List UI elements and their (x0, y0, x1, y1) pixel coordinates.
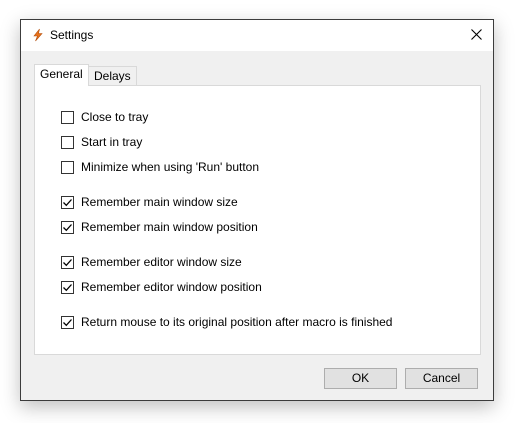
checkbox[interactable] (61, 315, 74, 329)
tab-delays-label: Delays (94, 69, 131, 83)
checkbox[interactable] (61, 255, 74, 269)
option-label: Remember editor window position (81, 280, 262, 294)
option-label: Start in tray (81, 135, 143, 149)
general-tab-panel: Close to tray Start in tray Minimize whe… (34, 85, 481, 355)
option-label: Close to tray (81, 110, 149, 124)
window-title: Settings (50, 28, 94, 42)
ok-button[interactable]: OK (324, 368, 397, 389)
cancel-button[interactable]: Cancel (405, 368, 478, 389)
option-label: Return mouse to its original position af… (81, 315, 393, 329)
tab-delays[interactable]: Delays (88, 66, 137, 86)
option-remember-editor-position[interactable]: Remember editor window position (61, 279, 262, 295)
option-remember-editor-size[interactable]: Remember editor window size (61, 254, 242, 270)
checkbox[interactable] (61, 195, 74, 209)
lightning-bolt-icon (31, 28, 45, 42)
checkbox[interactable] (61, 110, 74, 124)
title-bar[interactable]: Settings (21, 20, 493, 51)
option-remember-main-size[interactable]: Remember main window size (61, 194, 238, 210)
option-label: Minimize when using 'Run' button (81, 160, 260, 174)
option-start-in-tray[interactable]: Start in tray (61, 134, 142, 150)
checkbox[interactable] (61, 220, 74, 234)
tab-general-label: General (40, 67, 83, 81)
option-return-mouse[interactable]: Return mouse to its original position af… (61, 314, 392, 330)
close-button[interactable] (459, 20, 493, 51)
close-icon (470, 28, 482, 43)
option-close-to-tray[interactable]: Close to tray (61, 109, 148, 125)
option-remember-main-position[interactable]: Remember main window position (61, 219, 258, 235)
option-label: Remember editor window size (81, 255, 242, 269)
option-minimize-on-run[interactable]: Minimize when using 'Run' button (61, 159, 259, 175)
settings-dialog: Settings General Delays Close to tray St… (20, 19, 494, 401)
checkbox[interactable] (61, 135, 74, 149)
checkbox[interactable] (61, 160, 74, 174)
option-label: Remember main window position (81, 220, 258, 234)
option-label: Remember main window size (81, 195, 238, 209)
tab-general[interactable]: General (34, 64, 89, 86)
checkbox[interactable] (61, 280, 74, 294)
